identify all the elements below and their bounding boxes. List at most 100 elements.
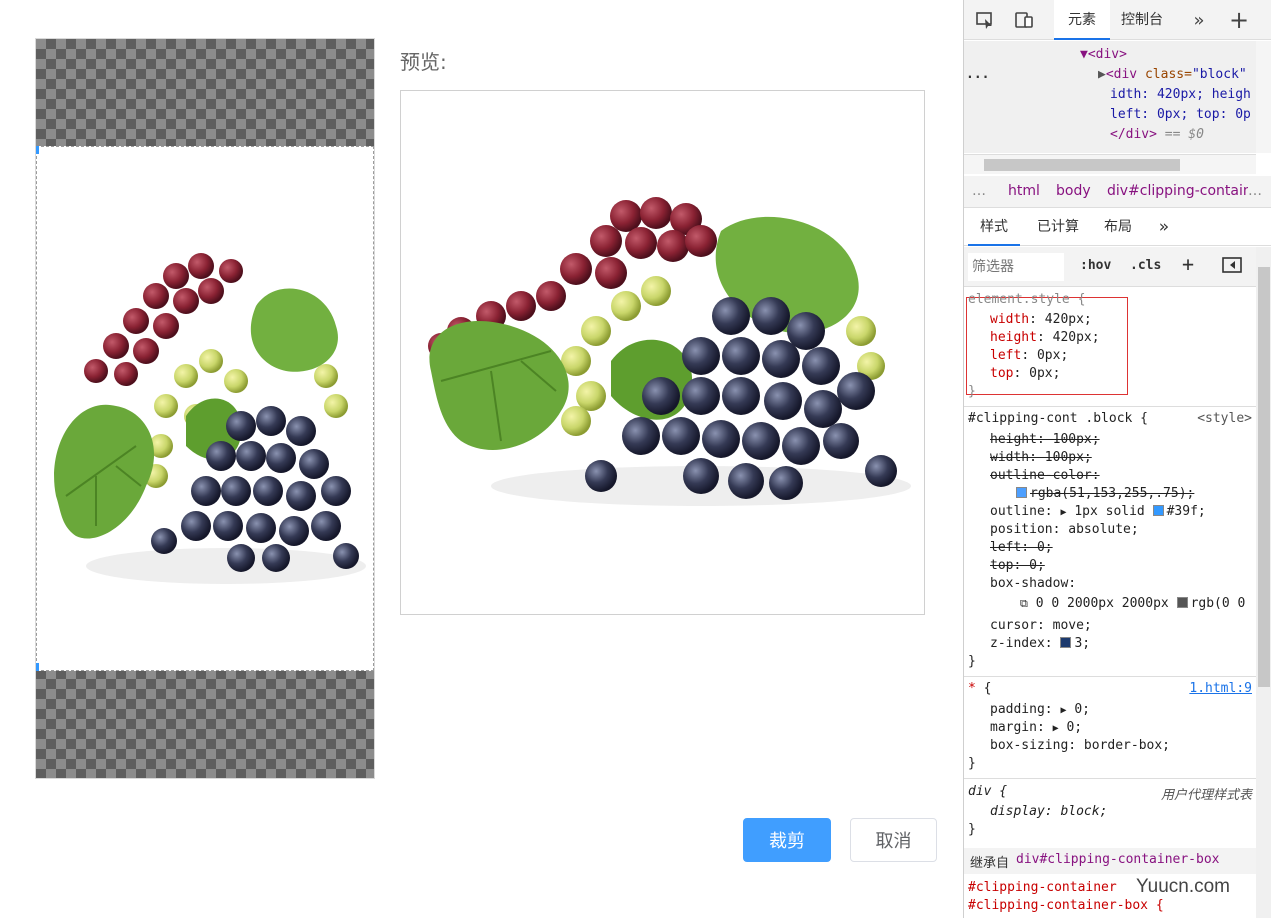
selection-handle-bottom-left[interactable] — [36, 663, 39, 671]
prop-box-shadow[interactable]: box-shadow: — [990, 576, 1076, 591]
class-toggle[interactable]: .cls — [1130, 258, 1161, 273]
dom-horizontal-scrollbar[interactable] — [964, 154, 1256, 174]
styles-tabs: 样式 已计算 布局 » — [964, 208, 1271, 246]
cancel-button[interactable]: 取消 — [850, 818, 937, 862]
prop-box-shadow-value[interactable]: ⧉ 0 0 2000px 2000px rgb(0 0 — [1020, 596, 1245, 611]
prop-left[interactable]: left: 0px; — [990, 348, 1068, 363]
crop-canvas[interactable] — [35, 38, 375, 779]
hover-state-toggle[interactable]: :hov — [1080, 258, 1111, 273]
devtools-panel: 元素 控制台 » + ▼<div> ... ▶<div class="block… — [963, 0, 1271, 918]
breadcrumb-clipping-container[interactable]: div#clipping-contain — [1107, 183, 1252, 199]
prop-z-index[interactable]: z-index: 3; — [990, 636, 1090, 651]
prop-top-overridden[interactable]: top: 0; — [990, 558, 1045, 573]
dom-tag: <div — [1105, 67, 1145, 82]
crop-button[interactable]: 裁剪 — [743, 818, 831, 862]
dom-node-div[interactable]: ▼<div> — [1080, 47, 1127, 62]
prop-height[interactable]: height: 420px; — [990, 330, 1100, 345]
rule-separator — [964, 406, 1256, 407]
expand-triangle-icon[interactable]: ▶ — [1060, 507, 1066, 518]
prop-outline-color-overridden[interactable]: outline-color: — [990, 468, 1100, 483]
new-rule-icon[interactable]: + — [1182, 252, 1194, 276]
prop-padding[interactable]: padding: ▶ 0; — [990, 702, 1090, 717]
color-swatch[interactable] — [1176, 597, 1188, 608]
color-swatch[interactable] — [1016, 487, 1027, 498]
tab-styles[interactable]: 样式 — [968, 208, 1020, 246]
preview-grapes-image — [428, 197, 911, 506]
rule-close-brace: } — [968, 384, 976, 399]
add-tab-icon[interactable]: + — [1226, 6, 1252, 34]
inspect-element-icon[interactable] — [972, 8, 998, 32]
tail-selector-2[interactable]: #clipping-container-box { — [968, 898, 1164, 913]
prop-name: left — [990, 348, 1022, 363]
inherited-source-link[interactable]: div#clipping-container-box — [1016, 852, 1220, 867]
dom-more-icon[interactable]: ... — [966, 67, 989, 82]
more-tabs-icon[interactable]: » — [1186, 8, 1212, 32]
prop-value: 1px solid — [1074, 504, 1145, 519]
color-swatch[interactable] — [1152, 505, 1164, 516]
dom-attr: class= — [1144, 67, 1192, 82]
rule-close-brace: } — [968, 756, 976, 771]
shadow-value: 0 0 2000px 2000px — [1035, 596, 1169, 611]
dom-selected-marker: == $0 — [1156, 127, 1204, 142]
tab-layout[interactable]: 布局 — [1096, 208, 1140, 246]
prop-name: margin: — [990, 720, 1045, 735]
rule-close-brace: } — [968, 654, 976, 669]
prop-name: outline: — [990, 504, 1053, 519]
prop-position[interactable]: position: absolute; — [990, 522, 1139, 537]
preview-label: 预览: — [400, 50, 447, 74]
expand-triangle-icon[interactable]: ▶ — [1060, 705, 1066, 716]
tab-computed[interactable]: 已计算 — [1030, 208, 1086, 246]
prop-height-overridden[interactable]: height: 100px; — [990, 432, 1100, 447]
universal-rule-selector[interactable]: * * {{ — [968, 681, 991, 696]
shadow-editor-icon[interactable]: ⧉ — [1020, 597, 1028, 610]
tab-console[interactable]: 控制台 — [1114, 0, 1170, 40]
prop-margin[interactable]: margin: ▶ 0; — [990, 720, 1082, 735]
tab-elements[interactable]: 元素 — [1054, 0, 1110, 40]
dom-vertical-scrollbar[interactable] — [1256, 41, 1271, 153]
dom-close-tag-text: </div> — [1110, 127, 1157, 142]
user-agent-stylesheet-label: 用户代理样式表 — [1160, 788, 1252, 803]
toggle-sidebar-icon[interactable] — [1222, 257, 1242, 277]
styles-filter-input[interactable] — [968, 253, 1064, 281]
rule-separator — [964, 778, 1256, 779]
device-toolbar-icon[interactable] — [1011, 8, 1037, 32]
universal-rule-source-link[interactable]: 1.html:9 — [1189, 681, 1252, 696]
prop-width-overridden[interactable]: width: 100px; — [990, 450, 1092, 465]
dom-scroll-thumb[interactable] — [984, 159, 1180, 171]
breadcrumb-more-icon[interactable]: … — [972, 183, 986, 199]
layer-icon[interactable] — [1060, 637, 1072, 648]
styles-vertical-scrollbar[interactable] — [1256, 247, 1271, 918]
block-rule-source[interactable]: <style> — [1197, 411, 1252, 426]
element-style-selector: element.style { — [968, 292, 1086, 307]
prop-value: 3; — [1074, 636, 1091, 651]
tail-selector-1[interactable]: #clipping-container — [968, 880, 1117, 895]
devtools-toolbar: 元素 控制台 » + — [964, 0, 1271, 40]
dom-tree[interactable]: ▼<div> ... ▶<div class="block" idth: 420… — [964, 41, 1256, 153]
dom-style-line-1: idth: 420px; heigh — [1110, 87, 1251, 102]
prop-box-sizing[interactable]: box-sizing: border-box; — [990, 738, 1170, 753]
styles-filter-bar: :hov .cls + — [964, 247, 1256, 287]
styles-pane: element.style { width: 420px; height: 42… — [964, 288, 1256, 918]
prop-width[interactable]: width: 420px; — [990, 312, 1092, 327]
prop-value: 0; — [1066, 720, 1083, 735]
prop-outline[interactable]: outline: ▶ 1px solid #39f; — [990, 504, 1206, 519]
selection-handle-top-left[interactable] — [36, 146, 39, 154]
prop-top[interactable]: top: 0px; — [990, 366, 1060, 381]
prop-value: 420px; — [1052, 330, 1100, 345]
styles-scroll-thumb[interactable] — [1258, 267, 1270, 687]
breadcrumb-body[interactable]: body — [1056, 183, 1091, 199]
prop-name: width — [990, 312, 1030, 327]
block-rule-selector[interactable]: #clipping-cont .block { — [968, 411, 1148, 426]
prop-outline-color-value[interactable]: rgba(51,153,255,.75); — [1016, 486, 1194, 501]
expand-triangle-icon[interactable]: ▶ — [1053, 723, 1059, 734]
prop-left-overridden[interactable]: left: 0; — [990, 540, 1053, 555]
dom-attr-value: "block" — [1191, 67, 1247, 82]
prop-cursor[interactable]: cursor: move; — [990, 618, 1092, 633]
prop-name: z-index: — [990, 636, 1053, 651]
more-style-tabs-icon[interactable]: » — [1154, 208, 1174, 246]
breadcrumb-html[interactable]: html — [1008, 183, 1040, 199]
prop-value: 0; — [1074, 702, 1090, 717]
dom-node-block[interactable]: ▶<div class="block" — [1098, 67, 1247, 82]
crop-selection-box[interactable] — [36, 146, 374, 671]
breadcrumb-more-right-icon[interactable]: … — [1248, 183, 1262, 199]
